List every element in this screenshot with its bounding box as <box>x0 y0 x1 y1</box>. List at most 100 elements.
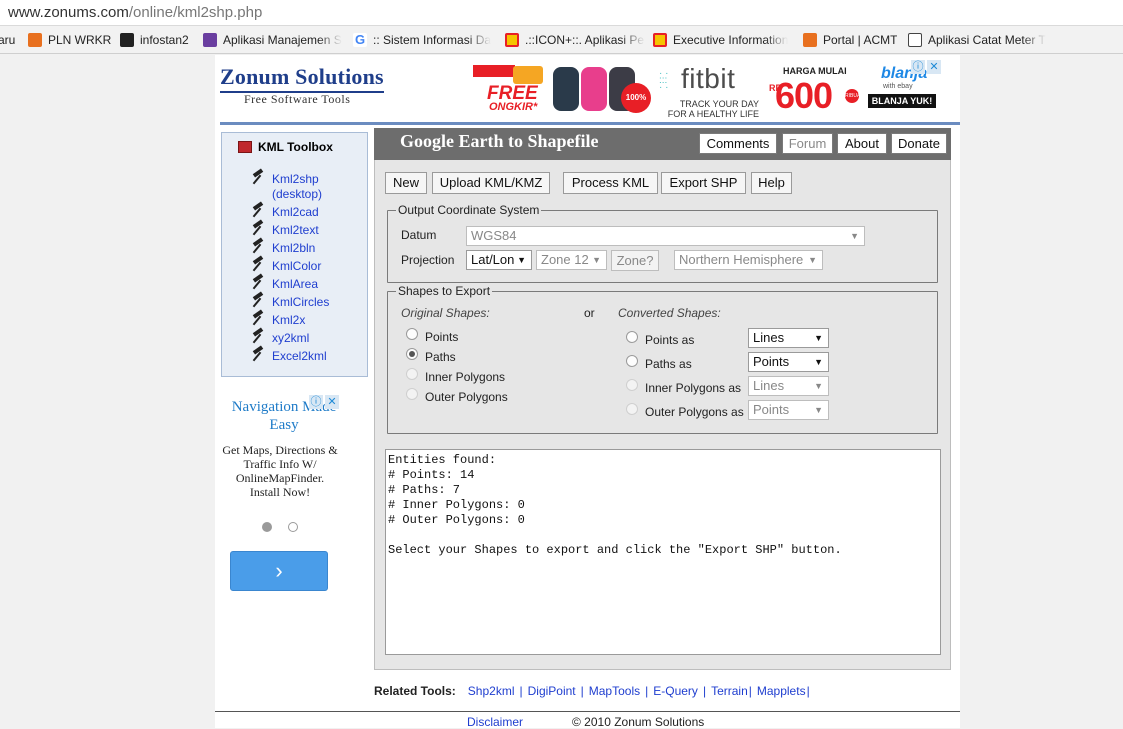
process-kml-button[interactable]: Process KML <box>563 172 658 194</box>
hemisphere-select[interactable]: Northern Hemisphere ▼ <box>674 250 823 270</box>
ad-info-icon[interactable]: ⓘ <box>309 395 323 409</box>
original-badge: 100% <box>621 83 651 113</box>
fitbit-band-image <box>581 67 607 111</box>
projection-select[interactable]: Lat/Lon ▼ <box>466 250 532 270</box>
radio-label: Inner Polygons <box>425 370 506 384</box>
projection-label: Projection <box>401 253 455 267</box>
hammer-icon <box>250 203 266 217</box>
related-link[interactable]: E-Query <box>653 684 698 698</box>
toolbox-item[interactable]: Kml2bln <box>250 241 315 256</box>
chevron-down-icon: ▼ <box>592 255 601 265</box>
toolbox-item[interactable]: KmlColor <box>250 259 321 274</box>
url-text[interactable]: www.zonums.com/online/kml2shp.php <box>8 4 262 21</box>
carousel-dot-active[interactable] <box>262 522 272 532</box>
bookmark-item[interactable]: Aplikasi Catat Meter T <box>908 32 1046 48</box>
radio-label: Paths <box>425 350 456 364</box>
chevron-down-icon: ▼ <box>808 255 817 265</box>
site-logo-title[interactable]: Zonum Solutions <box>220 64 384 93</box>
toolbox-item[interactable]: xy2kml <box>250 331 309 346</box>
hammer-icon <box>250 275 266 289</box>
bookmark-item[interactable]: Aplikasi Manajemen S <box>203 32 342 48</box>
header-divider <box>220 122 960 125</box>
hammer-icon <box>250 293 266 307</box>
radio-converted-outer-polygons[interactable] <box>626 403 638 415</box>
disclaimer-link[interactable]: Disclaimer <box>467 715 523 729</box>
donate-button[interactable]: Donate <box>891 133 947 154</box>
radio-original-inner-polygons[interactable] <box>406 368 418 380</box>
fitbit-logo-icon: · ·::: · · <box>659 68 669 93</box>
bookmark-item[interactable]: infostan2 <box>120 32 189 48</box>
bookmark-item[interactable]: .::ICON+::. Aplikasi Pel <box>505 32 645 48</box>
ad-close-icon[interactable]: ✕ <box>927 60 941 74</box>
comments-button[interactable]: Comments <box>699 133 777 154</box>
upload-kml-button[interactable]: Upload KML/KMZ <box>432 172 550 194</box>
related-link[interactable]: Mapplets <box>757 684 806 698</box>
bookmark-item[interactable]: G:: Sistem Informasi Da <box>353 32 491 48</box>
toolbox-item[interactable]: KmlArea <box>250 277 318 292</box>
carousel-dot[interactable] <box>288 522 298 532</box>
bookmark-favicon-icon <box>120 33 134 47</box>
free-ongkir-graphic: FREE ONGKIR* <box>473 63 543 115</box>
bookmark-favicon-icon <box>505 33 519 47</box>
banner-ad[interactable]: FREE ONGKIR* 100% · ·::: · · fitbit TRACK… <box>473 61 943 119</box>
new-button[interactable]: New <box>385 172 427 194</box>
ad-close-icon[interactable]: ✕ <box>325 395 339 409</box>
related-link[interactable]: Shp2kml <box>468 684 515 698</box>
app-title: Google Earth to Shapefile <box>400 131 599 151</box>
hammer-icon <box>250 347 266 361</box>
toolbox-item[interactable]: Excel2kml <box>250 349 327 364</box>
related-link[interactable]: Terrain <box>711 684 748 698</box>
paths-as-select[interactable]: Points ▼ <box>748 352 829 372</box>
radio-original-paths[interactable] <box>406 348 418 360</box>
shapes-legend: Shapes to Export <box>398 284 491 298</box>
page: Zonum Solutions Free Software Tools FREE… <box>215 55 960 729</box>
bookmark-item[interactable]: Executive Information <box>653 32 788 48</box>
toolbox-icon <box>238 141 252 153</box>
address-bar[interactable]: www.zonums.com/online/kml2shp.php <box>0 0 1123 26</box>
truck-icon <box>513 66 543 84</box>
points-as-select[interactable]: Lines ▼ <box>748 328 829 348</box>
related-link[interactable]: MapTools <box>589 684 640 698</box>
chevron-down-icon: ▼ <box>517 255 526 265</box>
zone-help-button[interactable]: Zone? <box>611 250 659 271</box>
toolbox-item[interactable]: Kml2text <box>250 223 319 238</box>
forum-button[interactable]: Forum <box>782 133 833 154</box>
radio-converted-paths[interactable] <box>626 355 638 367</box>
radio-converted-inner-polygons[interactable] <box>626 379 638 391</box>
toolbox-item[interactable]: Kml2shp (desktop) <box>250 172 332 202</box>
bookmark-item[interactable]: PLN WRKR <box>28 32 111 48</box>
related-link[interactable]: DigiPoint <box>528 684 576 698</box>
export-shp-button[interactable]: Export SHP <box>661 172 746 194</box>
radio-original-outer-polygons[interactable] <box>406 388 418 400</box>
toolbox-item[interactable]: Kml2cad <box>250 205 319 220</box>
zone-select[interactable]: Zone 12 ▼ <box>536 250 607 270</box>
blanja-cta-button[interactable]: BLANJA YUK! <box>868 94 936 108</box>
fitbit-band-image <box>553 67 579 111</box>
datum-label: Datum <box>401 228 437 242</box>
output-textarea[interactable]: Entities found: # Points: 14 # Paths: 7 … <box>385 449 941 655</box>
toolbox-item[interactable]: Kml2x <box>250 313 305 328</box>
datum-select[interactable]: WGS84 ▼ <box>466 226 865 246</box>
side-ad-go-button[interactable]: › <box>230 551 328 591</box>
chevron-down-icon: ▼ <box>814 405 823 415</box>
toolbox-title: KML Toolbox <box>238 140 333 154</box>
bookmark-item[interactable]: aru <box>0 32 15 48</box>
hammer-icon <box>250 257 266 271</box>
related-tools: Related Tools: Shp2kml | DigiPoint | MapTools… <box>374 684 810 698</box>
outer-polygons-as-select[interactable]: Points ▼ <box>748 400 829 420</box>
hammer-icon <box>250 170 266 184</box>
radio-converted-points[interactable] <box>626 331 638 343</box>
help-button[interactable]: Help <box>751 172 792 194</box>
side-ad[interactable]: Navigation Made Easy ⓘ ✕ Get Maps, Direc… <box>215 393 345 613</box>
ad-info-icon[interactable]: ⓘ <box>911 60 925 74</box>
inner-polygons-as-select[interactable]: Lines ▼ <box>748 376 829 396</box>
about-button[interactable]: About <box>837 133 887 154</box>
bookmark-item[interactable]: Portal | ACMT <box>803 32 897 48</box>
bookmark-favicon-icon <box>803 33 817 47</box>
hammer-icon <box>250 239 266 253</box>
bookmark-favicon-icon <box>203 33 217 47</box>
toolbox-item[interactable]: KmlCircles <box>250 295 329 310</box>
ocs-legend: Output Coordinate System <box>398 203 540 217</box>
radio-original-points[interactable] <box>406 328 418 340</box>
converted-shapes-label: Converted Shapes: <box>618 306 721 320</box>
